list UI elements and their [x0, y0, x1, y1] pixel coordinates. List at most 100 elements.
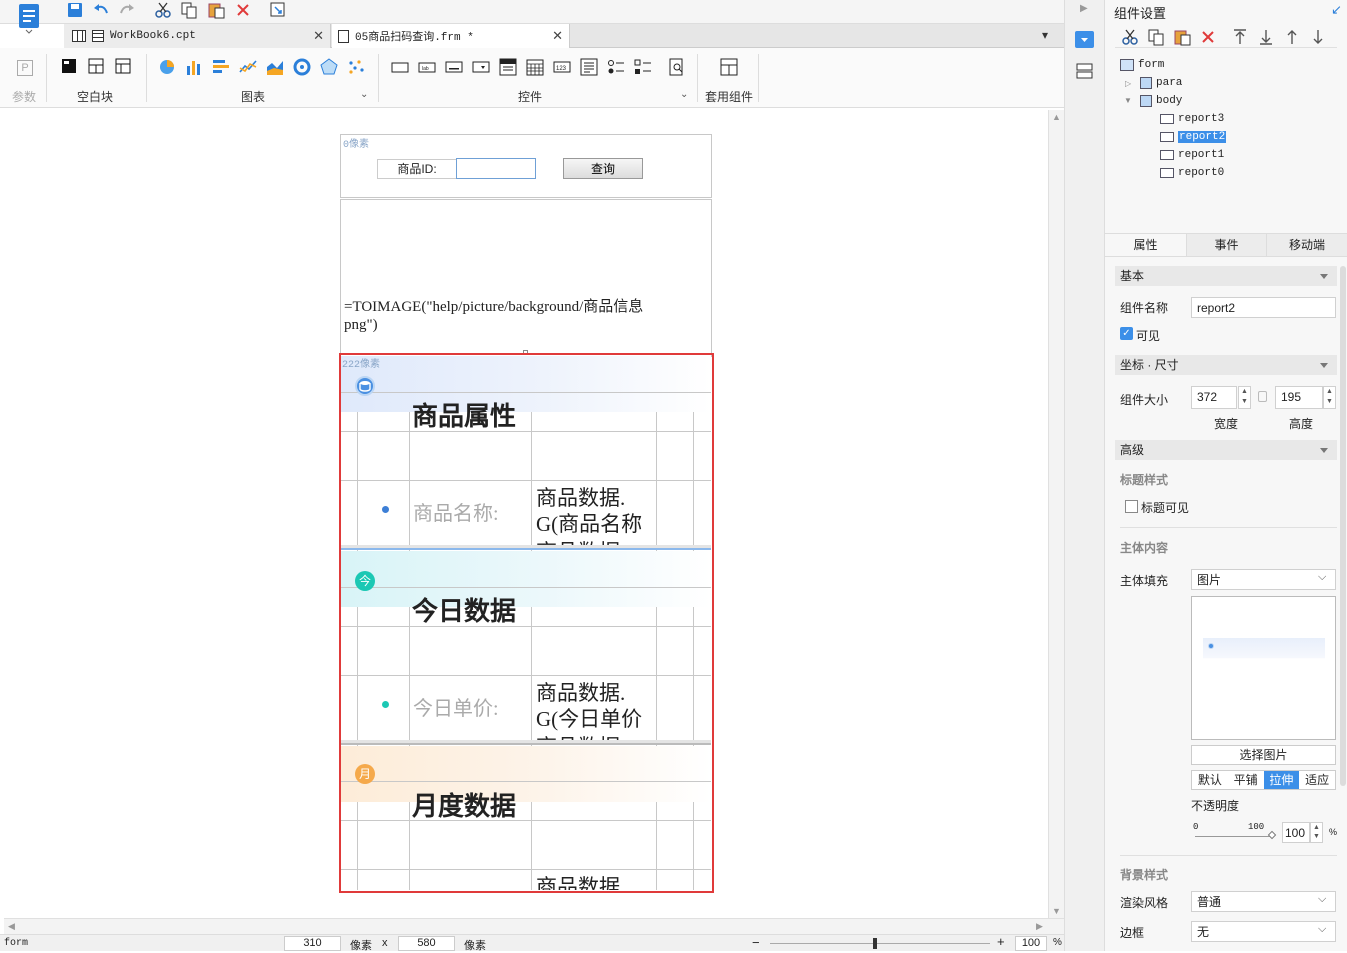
tree-item-report0[interactable]: report0	[1160, 167, 1224, 179]
scatter-chart-icon[interactable]	[347, 58, 365, 76]
product-id-input[interactable]	[456, 158, 536, 179]
zoom-out-icon[interactable]: −	[752, 935, 760, 950]
line-chart-icon[interactable]	[239, 58, 257, 76]
copy-icon[interactable]	[1147, 28, 1165, 46]
tab-workbook[interactable]: WorkBook6.cpt ✕	[64, 24, 331, 48]
scroll-left-icon[interactable]: ◀	[8, 921, 15, 932]
chevron-down-icon[interactable]: ⌵	[1318, 571, 1326, 584]
suite-component-icon[interactable]	[720, 58, 738, 76]
chevron-down-icon[interactable]: ⌵	[1318, 923, 1326, 936]
move-top-icon[interactable]	[1231, 28, 1249, 46]
tab-mobile[interactable]: 移动端	[1267, 234, 1347, 256]
checkbox-group-widget-icon[interactable]	[634, 58, 652, 76]
expand-icon[interactable]: ▷	[1125, 79, 1131, 88]
select-image-button[interactable]: 选择图片	[1191, 745, 1336, 765]
section-advanced[interactable]: 高级	[1115, 440, 1337, 460]
app-logo-icon[interactable]	[18, 4, 40, 34]
scroll-up-icon[interactable]: ▲	[1052, 112, 1061, 122]
fill-mode-default[interactable]: 默认	[1192, 771, 1228, 789]
height-input[interactable]: 195	[1275, 386, 1323, 409]
tree-item-report3[interactable]: report3	[1160, 113, 1224, 125]
lock-icon[interactable]	[1258, 391, 1267, 402]
tab-events[interactable]: 事件	[1187, 234, 1267, 256]
param-panel[interactable]: 0像素 商品ID: 查询	[340, 134, 712, 198]
combo-widget-icon[interactable]	[472, 58, 490, 76]
tree-item-form[interactable]: form	[1120, 59, 1164, 71]
query-button[interactable]: 查询	[563, 158, 643, 179]
scroll-right-icon[interactable]: ▶	[1036, 921, 1043, 932]
textbox-widget-icon[interactable]	[391, 58, 409, 76]
delete-icon[interactable]	[1199, 28, 1217, 46]
gauge-chart-icon[interactable]	[293, 58, 311, 76]
collapse-arrow-icon[interactable]: ▶	[1080, 3, 1088, 14]
horizontal-scrollbar[interactable]: ◀ ▶	[4, 918, 1064, 934]
radar-chart-icon[interactable]	[320, 58, 338, 76]
cut-icon[interactable]	[154, 1, 172, 19]
tab-properties[interactable]: 属性	[1105, 234, 1187, 256]
paste-icon[interactable]	[207, 1, 225, 19]
copy-icon[interactable]	[180, 1, 198, 19]
vertical-scrollbar[interactable]: ▲ ▼	[1048, 110, 1064, 918]
body-fill-select[interactable]: 图片	[1191, 569, 1336, 590]
zoom-in-icon[interactable]: +	[997, 934, 1005, 949]
format-painter-icon[interactable]	[269, 1, 287, 19]
fill-mode-fit[interactable]: 适应	[1299, 771, 1335, 789]
date-widget-icon[interactable]	[526, 58, 544, 76]
tree-item-body[interactable]: body	[1140, 95, 1182, 107]
zoom-slider-thumb[interactable]	[873, 938, 877, 949]
opacity-spinner[interactable]: ▲ ▼	[1310, 822, 1323, 843]
cut-icon[interactable]	[1121, 28, 1139, 46]
area-chart-icon[interactable]	[266, 58, 284, 76]
chevron-down-icon[interactable]: ⌄	[360, 89, 368, 100]
combo-check-widget-icon[interactable]	[499, 58, 517, 76]
split-block-icon[interactable]	[115, 58, 133, 76]
scroll-down-icon[interactable]: ▼	[1052, 906, 1061, 916]
button-widget-icon[interactable]	[445, 58, 463, 76]
height-spinner[interactable]: ▲ ▼	[1323, 386, 1336, 409]
undo-icon[interactable]	[92, 1, 110, 19]
zoom-slider[interactable]	[770, 938, 990, 949]
move-up-icon[interactable]	[1283, 28, 1301, 46]
tree-item-report1[interactable]: report1	[1160, 149, 1224, 161]
pie-chart-icon[interactable]	[158, 58, 176, 76]
visible-checkbox[interactable]: ✓	[1120, 327, 1133, 340]
tab-menu-icon[interactable]: ▾	[1042, 28, 1048, 42]
number-widget-icon[interactable]: 123	[553, 58, 571, 76]
close-icon[interactable]: ✕	[552, 28, 563, 44]
collapse-icon[interactable]: ▼	[1124, 96, 1132, 105]
width-field[interactable]: 310	[284, 936, 341, 951]
text-area-widget-icon[interactable]	[580, 58, 598, 76]
fill-mode-tile[interactable]: 平铺	[1228, 771, 1264, 789]
tab-form[interactable]: 05商品扫码查询.frm * ✕	[332, 24, 570, 48]
chevron-down-icon[interactable]: ⌄	[680, 89, 688, 100]
width-input[interactable]: 372	[1191, 386, 1237, 409]
render-style-select[interactable]: 普通	[1191, 891, 1336, 912]
hbar-chart-icon[interactable]	[212, 58, 230, 76]
param-icon[interactable]: P	[17, 60, 33, 76]
close-icon[interactable]: ✕	[313, 28, 324, 44]
radio-group-widget-icon[interactable]	[607, 58, 625, 76]
redo-icon[interactable]	[118, 1, 136, 19]
component-settings-icon[interactable]	[1075, 31, 1094, 48]
label-widget-icon[interactable]: lab	[418, 58, 436, 76]
tree-item-report2[interactable]: report2	[1160, 131, 1227, 143]
chevron-down-icon[interactable]: ⌵	[1318, 893, 1326, 906]
pin-icon[interactable]: ↙	[1331, 2, 1342, 18]
selection-frame[interactable]	[339, 353, 714, 893]
section-basic[interactable]: 基本	[1115, 266, 1337, 286]
section-coord-size[interactable]: 坐标 · 尺寸	[1115, 355, 1337, 375]
opacity-input[interactable]: 100	[1282, 822, 1310, 843]
move-bottom-icon[interactable]	[1257, 28, 1275, 46]
zoom-field[interactable]: 100	[1015, 936, 1047, 951]
tab-block-icon[interactable]	[88, 58, 106, 76]
search-widget-icon[interactable]	[668, 58, 686, 76]
image-report-area[interactable]: =TOIMAGE("help/picture/background/商品信息 p…	[340, 199, 712, 357]
save-icon[interactable]	[66, 1, 84, 19]
layout-panel-icon[interactable]	[1076, 63, 1093, 80]
title-visible-checkbox[interactable]	[1125, 500, 1138, 513]
absolute-block-icon[interactable]	[61, 58, 79, 76]
delete-icon[interactable]	[234, 1, 252, 19]
width-spinner[interactable]: ▲ ▼	[1238, 386, 1251, 409]
move-down-icon[interactable]	[1309, 28, 1327, 46]
panel-scrollbar[interactable]	[1340, 266, 1346, 786]
